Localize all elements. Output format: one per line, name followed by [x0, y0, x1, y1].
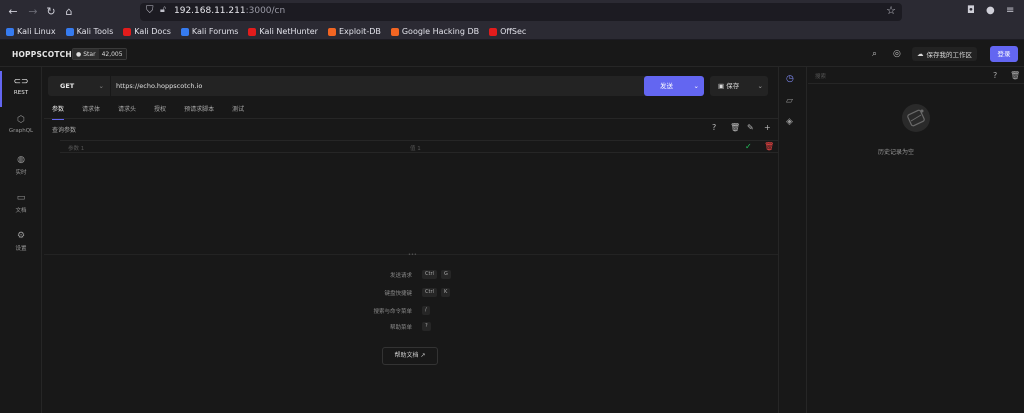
tab-body[interactable]: 请求体: [82, 104, 100, 118]
param-key-input[interactable]: 参数 1: [68, 144, 84, 152]
login-button[interactable]: 登录: [990, 46, 1018, 62]
pocket-icon[interactable]: ◘: [967, 5, 975, 16]
save-button[interactable]: ▣ 保存 ⌄: [710, 76, 768, 96]
shortcut-send: 发送请求 Ctrl G: [300, 270, 460, 280]
bookmark-exploit-db[interactable]: Exploit-DB: [327, 27, 381, 36]
forward-icon[interactable]: →: [26, 5, 40, 19]
save-workspace-button[interactable]: ☁ 保存我的工作区: [912, 47, 977, 61]
method-select[interactable]: GET ⌄: [48, 76, 110, 96]
bookmark-google-hacking-db[interactable]: Google Hacking DB: [390, 27, 479, 36]
account-icon[interactable]: ●: [986, 5, 995, 16]
trash-icon[interactable]: 🗑︎: [730, 123, 740, 132]
chevron-down-icon[interactable]: ⌄: [694, 76, 699, 96]
bookmarks-bar: Kali Linux Kali Tools Kali Docs Kali For…: [0, 24, 1024, 40]
reload-icon[interactable]: ↻: [44, 5, 58, 19]
splitter-handle-icon[interactable]: •••: [408, 252, 417, 258]
param-row: 参数 1 值 1 ✓ 🗑︎: [60, 140, 778, 153]
shortcut-help: 帮助菜单 ?: [300, 322, 460, 332]
graphql-icon: ⬡: [17, 115, 25, 125]
bookmark-star-icon[interactable]: ☆: [886, 4, 896, 17]
shortcut-keyboard: 键盘快捷键 Ctrl K: [300, 288, 460, 298]
request-bar: GET ⌄ https://echo.hoppscotch.io 发送 ⌄ ▣ 保存…: [48, 76, 776, 96]
link-icon: ⊂⊃: [13, 77, 29, 87]
help-circle-icon[interactable]: ?: [712, 123, 716, 132]
bulk-edit-icon[interactable]: ✎: [747, 123, 754, 132]
param-value-input[interactable]: 值 1: [410, 144, 421, 152]
sidebar-item-rest[interactable]: ⊂⊃ REST: [0, 71, 42, 107]
gear-icon: ⚙: [16, 231, 26, 241]
save-icon: ▣: [718, 82, 725, 90]
history-panel-border: [806, 67, 807, 413]
bookmark-kali-nethunter[interactable]: Kali NetHunter: [248, 27, 318, 36]
sidebar-item-settings[interactable]: ⚙ 设置: [0, 225, 42, 261]
github-star-button[interactable]: ● Star 42,005: [72, 48, 127, 60]
tab-headers[interactable]: 请求头: [118, 104, 136, 118]
address-text[interactable]: 192.168.11.211:3000/cn: [174, 6, 285, 16]
left-sidebar: ⊂⊃ REST ⬡ GraphQL ◍ 实时 ▭ 文档 ⚙ 设置: [0, 67, 42, 413]
chevron-down-icon: ⌄: [98, 82, 104, 90]
tab-params[interactable]: 参数: [52, 104, 65, 120]
add-icon[interactable]: +: [764, 123, 771, 132]
browser-toolbar: ← → ↻ ⌂ ⛉ 🔓︎ 192.168.11.211:3000/cn ☆ ◘ …: [0, 0, 1024, 24]
bookmark-kali-tools[interactable]: Kali Tools: [65, 27, 113, 36]
github-icon: ●: [76, 50, 82, 58]
query-params-title: 查询参数: [52, 127, 77, 134]
trash-icon[interactable]: 🗑︎: [1010, 71, 1020, 80]
search-icon[interactable]: ⌕: [872, 49, 877, 59]
send-button[interactable]: 发送 ⌄: [644, 76, 704, 96]
insecure-lock-icon[interactable]: 🔓︎: [160, 5, 166, 15]
empty-history-text: 历史记录为空: [877, 149, 914, 156]
bookmark-kali-forums[interactable]: Kali Forums: [180, 27, 238, 36]
tabs-divider: [44, 118, 778, 119]
kali-tools-icon: [65, 27, 74, 36]
app-header: HOPPSCOTCH ● Star 42,005 ⌕ ◎ ☁ 保存我的工作区 登录: [0, 41, 1024, 67]
bookmark-offsec[interactable]: OffSec: [489, 27, 526, 36]
request-tabs: 参数 请求体 请求头 授权 预请求脚本 测试: [52, 104, 244, 120]
shield-icon[interactable]: ⛉: [146, 5, 154, 16]
address-bar[interactable]: ⛉ 🔓︎ 192.168.11.211:3000/cn ☆: [140, 3, 902, 21]
panel-splitter[interactable]: [778, 67, 779, 413]
bookmark-kali-docs[interactable]: Kali Docs: [123, 27, 171, 36]
menu-icon[interactable]: ≡: [1006, 5, 1014, 16]
sidebar-item-realtime[interactable]: ◍ 实时: [0, 149, 42, 185]
ghdb-icon: [390, 27, 399, 36]
check-circle-icon[interactable]: ✓: [745, 142, 752, 151]
tab-authorization[interactable]: 授权: [154, 104, 166, 118]
book-icon: ▭: [16, 193, 26, 203]
folder-icon[interactable]: ▱: [786, 96, 793, 106]
shortcut-search: 搜索与命令菜单 /: [300, 306, 460, 316]
brand-logo[interactable]: HOPPSCOTCH: [12, 50, 72, 59]
exploit-db-icon: [327, 27, 336, 36]
history-icon[interactable]: ◷: [786, 74, 794, 84]
help-docs-button[interactable]: 帮助文档 ↗: [382, 347, 438, 365]
offsec-icon: [489, 27, 498, 36]
nethunter-icon: [248, 27, 257, 36]
sidebar-item-docs[interactable]: ▭ 文档: [0, 187, 42, 223]
help-circle-icon[interactable]: ◎: [893, 49, 901, 59]
sidebar-item-graphql[interactable]: ⬡ GraphQL: [0, 109, 42, 145]
globe-icon: ◍: [17, 155, 25, 165]
chevron-down-icon[interactable]: ⌄: [758, 76, 763, 96]
home-icon[interactable]: ⌂: [62, 5, 76, 19]
request-url-input[interactable]: https://echo.hoppscotch.io: [111, 76, 689, 96]
help-circle-icon[interactable]: ?: [993, 71, 997, 80]
external-link-icon: ↗: [420, 352, 426, 359]
empty-history-illustration: [902, 104, 930, 132]
history-search-input[interactable]: 搜索: [808, 68, 1024, 84]
kali-docs-icon: [123, 27, 132, 36]
cloud-upload-icon: ☁: [917, 50, 924, 58]
kali-forums-icon: [180, 27, 189, 36]
bookmark-kali-linux[interactable]: Kali Linux: [6, 27, 56, 36]
tab-pre-request-script[interactable]: 预请求脚本: [184, 104, 214, 118]
back-icon[interactable]: ←: [6, 5, 20, 19]
layers-icon[interactable]: ◈: [786, 117, 793, 127]
tab-tests[interactable]: 测试: [232, 104, 244, 118]
delete-icon[interactable]: 🗑︎: [764, 142, 774, 151]
kali-dragon-icon: [6, 27, 14, 36]
